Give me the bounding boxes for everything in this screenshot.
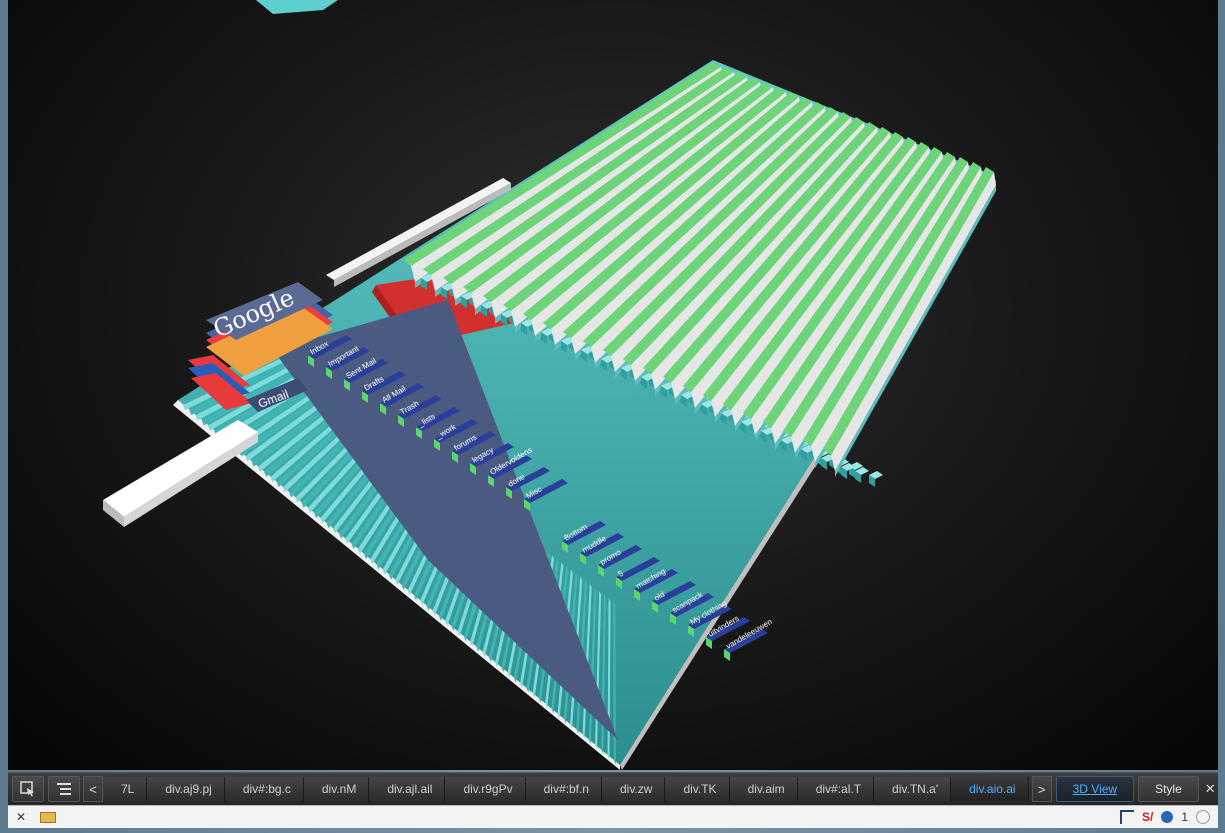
dom-tree-button[interactable] <box>48 776 80 802</box>
breadcrumb-item[interactable]: div.TK <box>665 777 730 801</box>
breadcrumb-item[interactable]: div.TN.a' <box>874 777 952 801</box>
status-close-button[interactable]: ✕ <box>16 810 26 824</box>
status-bar: ✕ S/ 1 <box>8 805 1218 828</box>
breadcrumb-item[interactable]: div.aj9.pj <box>147 777 225 801</box>
style-button[interactable]: Style <box>1138 776 1199 802</box>
network-icon <box>1161 811 1174 823</box>
compose-slab <box>103 420 258 517</box>
message-count: 1 <box>1181 810 1188 824</box>
ruler-icon[interactable] <box>40 811 57 823</box>
breadcrumb-item[interactable]: div.aio.ai <box>951 777 1029 801</box>
breadcrumb-item[interactable]: div.nM <box>303 777 370 801</box>
breadcrumb-item[interactable]: 7L <box>103 777 148 801</box>
breadcrumb: 7L div.aj9.pj div#:bg.c div.nM div.ajl.ail di… <box>103 777 1029 801</box>
breadcrumb-item[interactable]: div.r9gPv <box>445 777 526 801</box>
dom-tree-icon <box>57 783 71 795</box>
breadcrumb-item[interactable]: div.zw <box>601 777 666 801</box>
breadcrumb-item[interactable]: div.ajl.ail <box>369 777 446 801</box>
3d-view-button[interactable]: 3D View <box>1055 776 1135 802</box>
3d-view-viewport[interactable]: Google Gmail Google AnalyticsKoalaKickst… <box>8 0 1218 770</box>
breadcrumb-item[interactable]: div#:bg.c <box>224 777 304 801</box>
devtools-toolbar: < 7L div.aj9.pj div#:bg.c div.nM div.ajl.ail… <box>8 772 1218 805</box>
offscreen-layer-fragment <box>256 0 338 14</box>
select-element-icon <box>20 781 34 797</box>
breadcrumb-item[interactable]: div.aim <box>729 777 798 801</box>
close-devtools-button[interactable]: ✕ <box>1205 781 1216 797</box>
stylesheet-icon: S/ <box>1141 810 1154 824</box>
breadcrumb-scroll-left[interactable]: < <box>83 776 103 802</box>
3d-dom-scene: Google Gmail Google AnalyticsKoalaKickst… <box>103 0 996 770</box>
breadcrumb-item[interactable]: div#:al.T <box>797 777 875 801</box>
breadcrumb-item[interactable]: div#:bf.n <box>525 777 602 801</box>
pointer-icon <box>1119 810 1134 824</box>
settings-icon[interactable] <box>1196 810 1210 824</box>
breadcrumb-scroll-right[interactable]: > <box>1031 776 1052 802</box>
select-element-button[interactable] <box>12 776 44 802</box>
